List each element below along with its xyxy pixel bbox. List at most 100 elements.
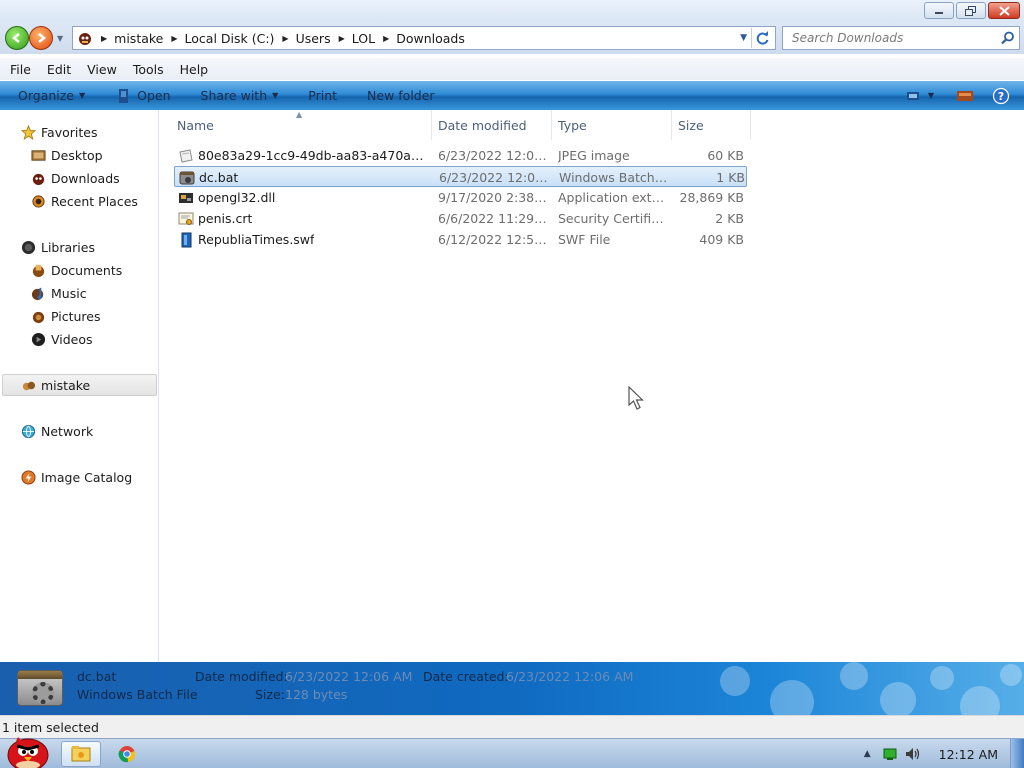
close-icon	[998, 5, 1010, 16]
file-size: 1 KB	[716, 170, 745, 185]
breadcrumb-lol[interactable]: ▶ LOL	[331, 27, 375, 49]
change-view-icon[interactable]	[906, 90, 924, 102]
forward-button[interactable]	[29, 26, 53, 50]
minimize-button[interactable]	[924, 2, 954, 19]
videos-icon	[30, 331, 46, 347]
volume-icon[interactable]	[905, 747, 921, 761]
file-row-selected[interactable]: dc.bat 6/23/2022 12:06... Windows Batch …	[174, 166, 747, 187]
nav-pictures[interactable]: Pictures	[30, 306, 101, 326]
nav-favorites[interactable]: Favorites	[20, 122, 97, 142]
nav-documents[interactable]: Documents	[30, 260, 122, 280]
view-dropdown-icon[interactable]: ▼	[928, 91, 934, 100]
menu-help[interactable]: Help	[172, 62, 217, 77]
file-list: ▲ Name Date modified Type Size 80e83a29-…	[160, 110, 1024, 662]
batch-file-thumbnail-icon	[17, 670, 63, 706]
breadcrumb-local-disk[interactable]: ▶ Local Disk (C:)	[163, 27, 274, 49]
open-button[interactable]: Open	[117, 81, 171, 110]
batch-file-icon	[179, 170, 195, 186]
nav-desktop[interactable]: Desktop	[30, 145, 103, 165]
chevron-right-icon: ▶	[101, 33, 108, 43]
start-button-angry-bird-icon[interactable]	[2, 729, 52, 768]
details-size-label: Size:	[255, 687, 285, 702]
decorative-bubble	[930, 666, 954, 690]
share-with-button[interactable]: Share with ▼	[201, 81, 279, 110]
column-header-type[interactable]: Type	[552, 110, 672, 140]
decorative-bubble	[960, 686, 1000, 715]
menu-edit[interactable]: Edit	[39, 62, 79, 77]
svg-text:?: ?	[998, 90, 1004, 103]
address-bar[interactable]: ▶ mistake ▶ Local Disk (C:) ▶ Users ▶ LOL ▶ D…	[72, 26, 776, 50]
new-folder-button[interactable]: New folder	[367, 81, 435, 110]
details-modified-value: 6/23/2022 12:06 AM	[285, 669, 413, 684]
music-icon	[30, 285, 46, 301]
close-button[interactable]	[988, 2, 1020, 19]
file-type: SWF File	[558, 232, 611, 247]
details-file-name: dc.bat	[77, 669, 117, 684]
search-input[interactable]	[783, 27, 983, 49]
file-row[interactable]: 80e83a29-1cc9-49db-aa83-a470a97b... 6/23…	[174, 145, 747, 166]
restore-icon	[965, 5, 976, 16]
nav-libraries[interactable]: Libraries	[20, 237, 95, 257]
user-folder-icon	[20, 377, 36, 393]
help-icon[interactable]: ?	[992, 87, 1010, 105]
search-icon[interactable]	[1001, 31, 1015, 45]
system-tray: ▲ 12:12 AM	[864, 739, 1024, 768]
column-header-size[interactable]: Size	[672, 110, 751, 140]
file-row[interactable]: RepubliaTimes.swf 6/12/2022 12:58... SWF…	[174, 229, 747, 250]
show-desktop-button[interactable]	[1010, 739, 1024, 768]
file-size: 60 KB	[707, 148, 744, 163]
nav-user-mistake[interactable]: mistake	[2, 374, 157, 396]
refresh-button[interactable]	[751, 28, 773, 48]
back-button[interactable]	[5, 26, 29, 50]
file-type: JPEG image	[558, 148, 630, 163]
file-row[interactable]: opengl32.dll 9/17/2020 2:38 ... Applicat…	[174, 187, 747, 208]
nav-network[interactable]: Network	[20, 421, 93, 441]
navigation-pane: Favorites Desktop Downloads Recent Place…	[0, 110, 159, 662]
file-row[interactable]: penis.crt 6/6/2022 11:29 ... Security Ce…	[174, 208, 747, 229]
organize-button[interactable]: Organize ▼	[18, 81, 85, 110]
restore-button[interactable]	[956, 2, 986, 19]
chevron-down-icon: ▼	[79, 91, 86, 100]
breadcrumb-downloads[interactable]: ▶ Downloads	[375, 27, 465, 49]
caption-buttons	[924, 2, 1020, 19]
menu-tools[interactable]: Tools	[125, 62, 172, 77]
nav-image-catalog[interactable]: Image Catalog	[20, 467, 132, 487]
jpeg-file-icon	[178, 148, 194, 164]
chevron-right-icon: ▶	[282, 33, 289, 43]
recent-pages-dropdown[interactable]: ▼	[57, 34, 63, 43]
clock[interactable]: 12:12 AM	[939, 747, 998, 762]
explorer-folder-icon	[71, 746, 91, 762]
file-type: Security Certifica...	[558, 211, 668, 226]
column-header-date-modified[interactable]: Date modified	[432, 110, 552, 140]
nav-music[interactable]: Music	[30, 283, 87, 303]
file-date: 6/23/2022 12:06...	[439, 170, 549, 185]
nav-videos[interactable]: Videos	[30, 329, 93, 349]
pictures-icon	[30, 308, 46, 324]
column-header-name[interactable]: Name	[172, 110, 432, 140]
minimize-icon	[935, 11, 943, 14]
breadcrumb-mistake[interactable]: ▶ mistake	[93, 27, 163, 49]
address-history-dropdown[interactable]: ▼	[740, 33, 747, 43]
details-created-value: 6/23/2022 12:06 AM	[506, 669, 634, 684]
details-pane: dc.bat Windows Batch File Date modified:…	[0, 662, 1024, 715]
file-name: dc.bat	[199, 170, 239, 185]
nav-downloads[interactable]: Downloads	[30, 168, 120, 188]
nav-recent-places[interactable]: Recent Places	[30, 191, 138, 211]
menu-file[interactable]: File	[2, 62, 39, 77]
search-box	[782, 26, 1020, 50]
taskbar-chrome-button[interactable]	[110, 741, 144, 767]
arrow-right-icon	[38, 33, 47, 43]
taskbar-explorer-button[interactable]	[61, 741, 101, 767]
network-status-icon[interactable]	[883, 747, 897, 761]
chevron-down-icon: ▼	[272, 91, 279, 100]
print-button[interactable]: Print	[308, 81, 337, 110]
certificate-file-icon	[178, 211, 194, 227]
preview-pane-icon[interactable]	[956, 89, 974, 103]
file-date: 9/17/2020 2:38 ...	[438, 190, 548, 205]
file-size: 409 KB	[699, 232, 744, 247]
breadcrumb-users[interactable]: ▶ Users	[274, 27, 330, 49]
file-date: 6/12/2022 12:58...	[438, 232, 548, 247]
menu-view[interactable]: View	[79, 62, 125, 77]
libraries-icon	[20, 239, 36, 255]
show-hidden-icons-icon[interactable]: ▲	[864, 749, 871, 759]
